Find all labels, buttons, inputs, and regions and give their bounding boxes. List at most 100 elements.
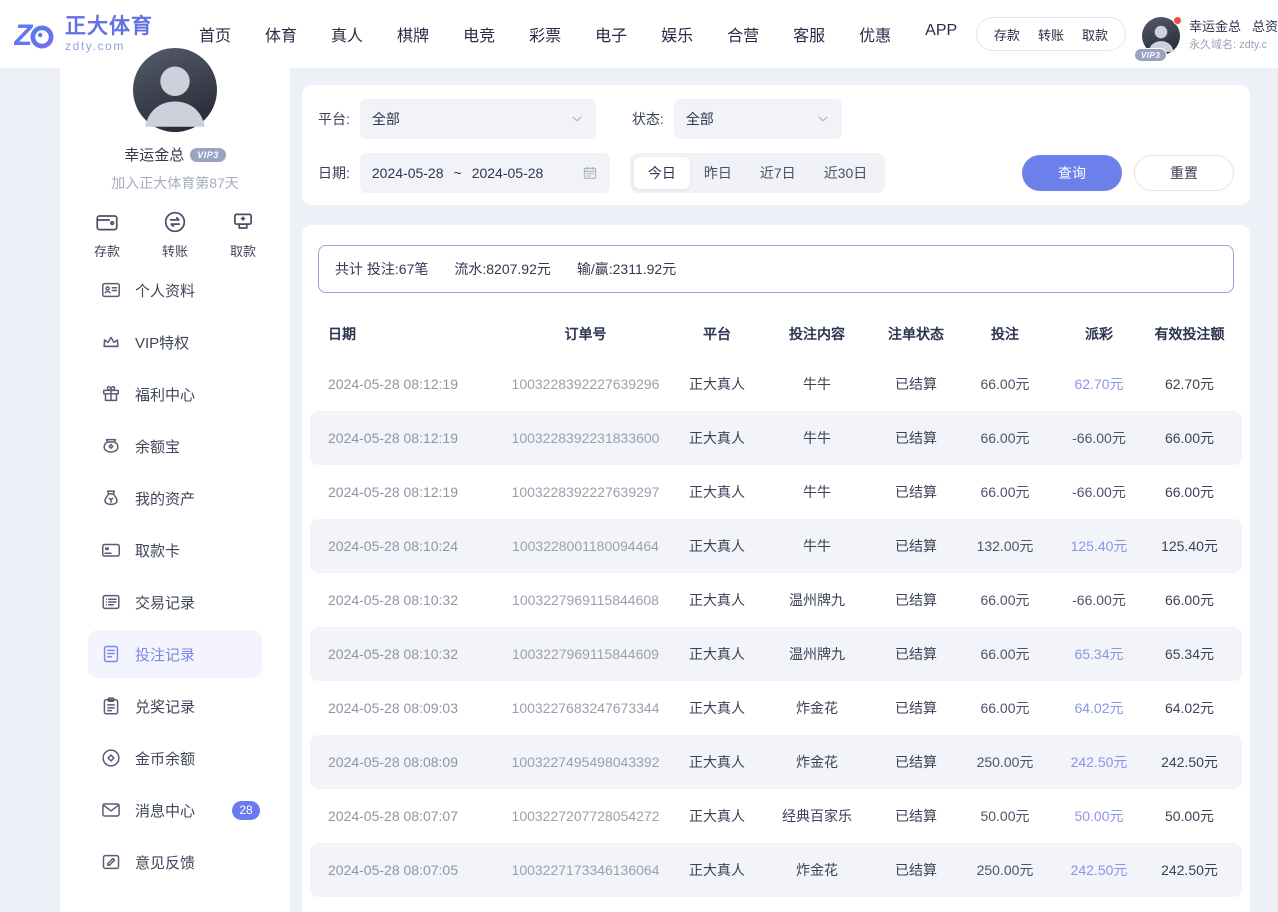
reset-button[interactable]: 重置 xyxy=(1134,155,1234,191)
nav-item[interactable]: 电竞 xyxy=(463,22,495,46)
column-header: 派彩 xyxy=(1051,324,1147,344)
quick-action-label: 转账 xyxy=(162,241,188,260)
wallet-pill-item[interactable]: 存款 xyxy=(994,25,1020,44)
date-to: 2024-05-28 xyxy=(472,165,544,181)
cell-bet-content: 炸金花 xyxy=(761,698,873,718)
cell-date: 2024-05-28 08:10:32 xyxy=(320,646,498,662)
cell-valid-amount: 65.34元 xyxy=(1147,644,1232,664)
table-row: 2024-05-28 08:12:191003228392227639296正大… xyxy=(310,357,1242,411)
cell-bet-amount: 66.00元 xyxy=(959,644,1051,664)
cell-payout: -66.00元 xyxy=(1051,428,1147,448)
nav-item[interactable]: APP xyxy=(925,22,957,46)
sidebar-item[interactable]: 取款卡 xyxy=(88,526,262,574)
vip-badge: VIP3 xyxy=(1134,48,1167,62)
profile-name: 幸运金总 xyxy=(124,144,184,165)
sidebar-item[interactable]: 福利中心 xyxy=(88,370,262,418)
nav-item[interactable]: 首页 xyxy=(199,22,231,46)
nav-item[interactable]: 合营 xyxy=(727,22,759,46)
cell-payout: 65.34元 xyxy=(1051,644,1147,664)
cell-status: 已结算 xyxy=(873,806,959,826)
cell-payout: 125.40元 xyxy=(1051,536,1147,556)
cell-platform: 正大真人 xyxy=(673,752,761,772)
sidebar-item[interactable]: 个人资料 xyxy=(88,266,262,314)
nav-item[interactable]: 客服 xyxy=(793,22,825,46)
wallet-pill-item[interactable]: 转账 xyxy=(1038,25,1064,44)
sidebar-item[interactable]: 兑奖记录 xyxy=(88,682,262,730)
nav-item[interactable]: 体育 xyxy=(265,22,297,46)
logo-text: 正大体育 zdty.com xyxy=(65,15,153,52)
sidebar-item[interactable]: 意见反馈 xyxy=(88,838,262,886)
cell-status: 已结算 xyxy=(873,644,959,664)
cell-bet-amount: 66.00元 xyxy=(959,698,1051,718)
sidebar-item-label: 投注记录 xyxy=(135,644,195,665)
cell-platform: 正大真人 xyxy=(673,590,761,610)
crown-icon xyxy=(100,331,122,353)
cell-valid-amount: 125.40元 xyxy=(1147,536,1232,556)
search-button[interactable]: 查询 xyxy=(1022,155,1122,191)
sidebar-item[interactable]: 金币余额 xyxy=(88,734,262,782)
profile-avatar[interactable] xyxy=(133,48,217,132)
sidebar-item-label: 余额宝 xyxy=(135,436,180,457)
cell-bet-content: 炸金花 xyxy=(761,752,873,772)
sidebar-item[interactable]: VIP特权 xyxy=(88,318,262,366)
cell-bet-content: 牛牛 xyxy=(761,428,873,448)
coin-icon xyxy=(100,747,122,769)
cell-valid-amount: 66.00元 xyxy=(1147,482,1232,502)
nav-item[interactable]: 棋牌 xyxy=(397,22,429,46)
nav-item[interactable]: 真人 xyxy=(331,22,363,46)
profile-vip-badge: VIP3 xyxy=(190,148,226,162)
cell-payout: 242.50元 xyxy=(1051,860,1147,880)
cell-status: 已结算 xyxy=(873,428,959,448)
platform-select[interactable]: 全部 xyxy=(360,99,596,139)
sidebar-menu: 个人资料VIP特权福利中心余额宝我的资产取款卡交易记录投注记录兑奖记录金币余额消… xyxy=(60,266,290,886)
cell-platform: 正大真人 xyxy=(673,428,761,448)
table-row: 2024-05-28 08:12:191003228392227639297正大… xyxy=(310,465,1242,519)
cell-valid-amount: 64.02元 xyxy=(1147,698,1232,718)
sidebar-item[interactable]: 余额宝 xyxy=(88,422,262,470)
user-block[interactable]: VIP3 幸运金总总资 永久域名: zdty.c xyxy=(1142,13,1278,55)
range-option[interactable]: 今日 xyxy=(634,157,690,189)
cell-order-number: 1003228392231833600 xyxy=(498,430,673,446)
cell-date: 2024-05-28 08:10:32 xyxy=(320,592,498,608)
sidebar-item-label: 金币余额 xyxy=(135,748,195,769)
cell-order-number: 1003227683247673344 xyxy=(498,700,673,716)
cell-status: 已结算 xyxy=(873,752,959,772)
cell-payout: 62.70元 xyxy=(1051,374,1147,394)
sidebar-item[interactable]: 消息中心28 xyxy=(88,786,262,834)
column-header: 订单号 xyxy=(498,324,673,344)
cell-order-number: 1003227495498043392 xyxy=(498,754,673,770)
sidebar-item-label: 交易记录 xyxy=(135,592,195,613)
date-range-input[interactable]: 2024-05-28 ~ 2024-05-28 xyxy=(360,153,610,193)
filter-row-1: 平台: 全部 状态: 全部 xyxy=(318,99,1234,139)
cell-bet-content: 温州牌九 xyxy=(761,644,873,664)
nav-item[interactable]: 娱乐 xyxy=(661,22,693,46)
sidebar-item[interactable]: 交易记录 xyxy=(88,578,262,626)
cell-date: 2024-05-28 08:12:19 xyxy=(320,484,498,500)
cell-order-number: 1003227207728054272 xyxy=(498,808,673,824)
nav-item[interactable]: 彩票 xyxy=(529,22,561,46)
wallet-pill-item[interactable]: 取款 xyxy=(1082,25,1108,44)
sidebar-item[interactable]: 投注记录 xyxy=(88,630,262,678)
platform-label: 平台: xyxy=(318,109,350,129)
cell-platform: 正大真人 xyxy=(673,536,761,556)
summary-total: 共计 投注:67笔 xyxy=(335,259,428,279)
quick-action-deposit-wallet[interactable]: 存款 xyxy=(94,209,120,260)
sidebar-item[interactable]: 我的资产 xyxy=(88,474,262,522)
cell-platform: 正大真人 xyxy=(673,806,761,826)
range-option[interactable]: 昨日 xyxy=(690,157,746,189)
range-option[interactable]: 近30日 xyxy=(810,157,882,189)
quick-action-transfer[interactable]: 转账 xyxy=(162,209,188,260)
range-option[interactable]: 近7日 xyxy=(746,157,810,189)
table-row: 2024-05-28 08:10:321003227969115844609正大… xyxy=(310,627,1242,681)
nav-item[interactable]: 优惠 xyxy=(859,22,891,46)
quick-action-withdraw[interactable]: 取款 xyxy=(230,209,256,260)
cell-status: 已结算 xyxy=(873,536,959,556)
cell-order-number: 1003228392227639296 xyxy=(498,376,673,392)
calendar-icon xyxy=(582,165,598,181)
nav-item[interactable]: 电子 xyxy=(595,22,627,46)
cell-payout: 242.50元 xyxy=(1051,752,1147,772)
status-select[interactable]: 全部 xyxy=(674,99,842,139)
bet-record-icon xyxy=(100,643,122,665)
table-row: 2024-05-28 08:10:321003227969115844608正大… xyxy=(310,573,1242,627)
profile-name-row: 幸运金总 VIP3 xyxy=(60,144,290,165)
